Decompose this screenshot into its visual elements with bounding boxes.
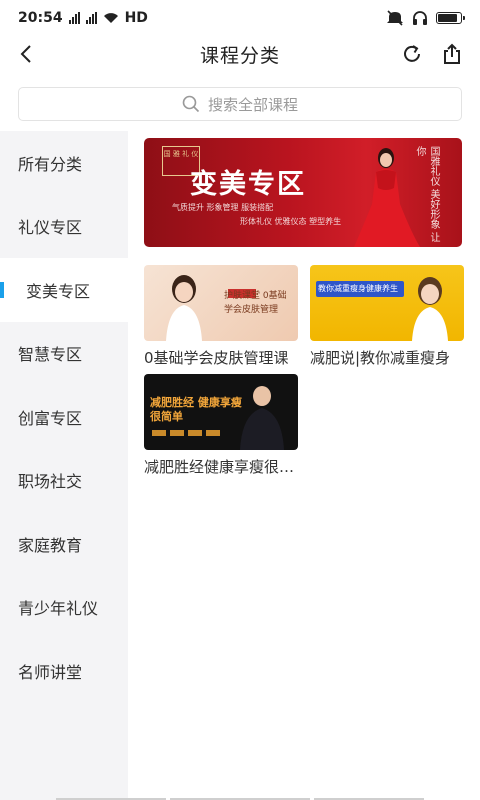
battery-icon [436, 12, 465, 24]
headphone-icon [413, 11, 427, 25]
sidebar-item-label: 青少年礼仪 [18, 599, 99, 619]
sidebar-item-family[interactable]: 家庭教育 [0, 512, 128, 576]
back-button[interactable] [10, 38, 42, 70]
sidebar-item-etiquette[interactable]: 礼仪专区 [0, 195, 128, 259]
search-input[interactable]: 搜索全部课程 [18, 87, 462, 121]
sidebar-item-label: 所有分类 [18, 154, 83, 174]
mute-icon [387, 10, 403, 26]
share-button[interactable] [436, 38, 468, 70]
banner-subtitle-1: 气质提升 形象管理 服装搭配 [172, 203, 274, 212]
sidebar-item-label: 家庭教育 [18, 535, 83, 555]
sidebar-item-label: 礼仪专区 [18, 218, 83, 238]
wifi-icon [103, 13, 118, 23]
sidebar-item-label: 名师讲堂 [18, 662, 83, 682]
search-bar: 搜索全部课程 [0, 78, 480, 130]
sidebar-item-youth[interactable]: 青少年礼仪 [0, 576, 128, 640]
status-right [386, 10, 465, 26]
banner-title: 变美专区 [190, 169, 306, 200]
signal-icon-secondary [85, 12, 97, 24]
course-thumbnail: 减肥胜经 健康享瘦很简单 [144, 374, 298, 450]
network-label: HD [124, 10, 148, 26]
sidebar-item-label: 职场社交 [18, 472, 83, 492]
nav-bar: 课程分类 [0, 36, 480, 72]
sidebar-item-wealth[interactable]: 创富专区 [0, 385, 128, 449]
course-content: 国 雅 礼 仪 变美专区 气质提升 形象管理 服装搭配 形体礼仪 优雅仪态 塑型… [128, 131, 480, 800]
course-thumbnail-text: 教你减重瘦身健康养生 [318, 284, 398, 293]
share-icon [444, 43, 460, 64]
refresh-icon [404, 45, 420, 62]
chevron-left-icon [20, 45, 31, 63]
sidebar-item-label: 变美专区 [26, 281, 91, 301]
course-card[interactable]: 护肤课堂 0基础 学会皮肤管理 0基础学会皮肤管理课 [144, 265, 298, 368]
course-title: 减肥胜经健康享瘦很简单 [144, 458, 298, 476]
search-placeholder: 搜索全部课程 [207, 95, 298, 114]
status-time: 20:54 [18, 10, 63, 26]
sidebar-item-workplace[interactable]: 职场社交 [0, 449, 128, 513]
signal-icon [68, 12, 80, 24]
status-bar: 20:54 HD [0, 0, 480, 36]
sidebar-item-all[interactable]: 所有分类 [0, 131, 128, 195]
status-left: 20:54 HD [18, 10, 148, 26]
course-title: 0基础学会皮肤管理课 [144, 349, 289, 367]
banner-logo-text: 国 雅 礼 仪 [163, 150, 199, 158]
course-title: 减肥说|教你减重瘦身 [310, 349, 451, 367]
course-thumbnail: 教你减重瘦身健康养生 [310, 265, 464, 341]
banner-subtitle-2: 形体礼仪 优雅仪态 塑型养生 [240, 217, 342, 226]
sidebar-item-label: 智慧专区 [18, 345, 83, 365]
course-thumbnail-text: 减肥胜经 健康享瘦很简单 [150, 396, 242, 423]
banner-model-image [354, 148, 420, 247]
sidebar-item-label: 创富专区 [18, 408, 83, 428]
course-thumbnail: 护肤课堂 0基础 学会皮肤管理 [144, 265, 298, 341]
course-thumbnail-text: 护肤课堂 0基础 学会皮肤管理 [224, 291, 287, 315]
course-thumbnail-art [316, 277, 448, 341]
course-card[interactable]: 减肥胜经 健康享瘦很简单 减肥胜经健康享瘦很简单 [144, 374, 298, 477]
category-sidebar: 所有分类 礼仪专区 变美专区 智慧专区 创富专区 职场社交 家庭教育 青少年礼仪… [0, 131, 128, 800]
category-banner[interactable]: 国 雅 礼 仪 变美专区 气质提升 形象管理 服装搭配 形体礼仪 优雅仪态 塑型… [144, 138, 462, 247]
sidebar-item-beauty[interactable]: 变美专区 [0, 258, 128, 322]
sidebar-item-masters[interactable]: 名师讲堂 [0, 639, 128, 703]
refresh-button[interactable] [396, 38, 428, 70]
course-card[interactable]: 教你减重瘦身健康养生 减肥说|教你减重瘦身 [310, 265, 464, 368]
search-icon [182, 95, 200, 113]
sidebar-item-wisdom[interactable]: 智慧专区 [0, 322, 128, 386]
